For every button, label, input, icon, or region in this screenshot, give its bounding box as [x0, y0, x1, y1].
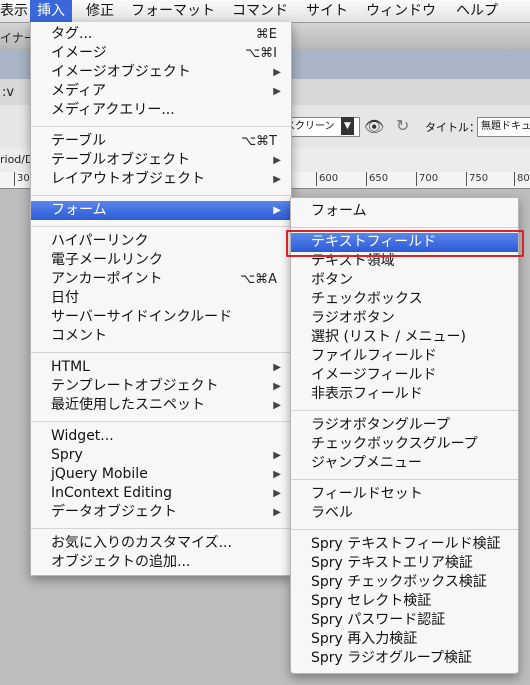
ruler-tick: 80	[514, 172, 530, 186]
submenu-item-image-field[interactable]: イメージフィールド	[291, 366, 518, 385]
submenu-item-spry-select[interactable]: Spry セレクト検証	[291, 592, 518, 611]
ruler-tick: 700	[416, 172, 438, 186]
submenu-item-button[interactable]: ボタン	[291, 271, 518, 290]
submenu-item-fieldset[interactable]: フィールドセット	[291, 485, 518, 504]
menu-item-server-side-include[interactable]: サーバーサイドインクルード	[31, 308, 291, 327]
menu-item-spry[interactable]: Spry ▶	[31, 446, 291, 465]
menu-separator	[31, 195, 291, 196]
ruler-tick: 30	[14, 172, 30, 186]
code-view-label[interactable]: :v	[2, 85, 14, 100]
menu-separator	[291, 479, 518, 480]
triangle-right-icon: ▶	[273, 469, 281, 480]
visual-aids-icon[interactable]: 👁	[364, 117, 384, 136]
triangle-right-icon: ▶	[273, 400, 281, 411]
triangle-right-icon: ▶	[273, 205, 281, 216]
menu-separator	[291, 410, 518, 411]
focus-highlight-outline	[286, 230, 524, 257]
triangle-right-icon: ▶	[273, 155, 281, 166]
menu-item-customize-favorites[interactable]: お気に入りのカスタマイズ...	[31, 534, 291, 553]
submenu-item-spry-confirm[interactable]: Spry 再入力検証	[291, 630, 518, 649]
menu-item-table[interactable]: テーブル ⌥⌘T	[31, 132, 291, 151]
submenu-item-radio-group[interactable]: ラジオボタングループ	[291, 416, 518, 435]
menu-separator	[31, 226, 291, 227]
screen-select-arrow-icon[interactable]: ▼	[341, 117, 354, 135]
submenu-item-spry-textfield[interactable]: Spry テキストフィールド検証	[291, 535, 518, 554]
triangle-right-icon: ▶	[273, 67, 281, 78]
menubar-item-format[interactable]: フォーマット	[131, 0, 215, 22]
menu-item-image[interactable]: イメージ ⌥⌘I	[31, 44, 291, 63]
submenu-item-file-field[interactable]: ファイルフィールド	[291, 347, 518, 366]
menu-item-template-objects[interactable]: テンプレートオブジェクト ▶	[31, 377, 291, 396]
submenu-item-spry-radio-group[interactable]: Spry ラジオグループ検証	[291, 649, 518, 668]
submenu-item-spry-password[interactable]: Spry パスワード認証	[291, 611, 518, 630]
menu-item-html[interactable]: HTML ▶	[31, 358, 291, 377]
submenu-item-label[interactable]: ラベル	[291, 504, 518, 523]
triangle-right-icon: ▶	[273, 507, 281, 518]
insert-menu: タグ... ⌘E イメージ ⌥⌘I イメージオブジェクト ▶ メディア ▶ メディアクエ…	[30, 22, 292, 576]
title-label: タイトル：	[425, 121, 480, 134]
menu-separator	[31, 126, 291, 127]
menu-item-media-queries[interactable]: メディアクエリー...	[31, 101, 291, 120]
menu-separator	[31, 352, 291, 353]
ruler-tick: 650	[366, 172, 388, 186]
triangle-right-icon: ▶	[273, 381, 281, 392]
menu-separator	[31, 528, 291, 529]
menubar-item-window[interactable]: ウィンドウ	[366, 0, 436, 22]
menubar-item-view[interactable]: 表示	[0, 0, 32, 22]
submenu-item-spry-textarea[interactable]: Spry テキストエリア検証	[291, 554, 518, 573]
path-label: riod/D	[0, 153, 34, 166]
submenu-item-checkbox[interactable]: チェックボックス	[291, 290, 518, 309]
menubar-item-insert[interactable]: 挿入	[30, 0, 72, 22]
menu-item-table-objects[interactable]: テーブルオブジェクト ▶	[31, 151, 291, 170]
menu-item-data-objects[interactable]: データオブジェクト ▶	[31, 503, 291, 522]
triangle-right-icon: ▶	[273, 174, 281, 185]
submenu-item-checkbox-group[interactable]: チェックボックスグループ	[291, 435, 518, 454]
menu-item-comment[interactable]: コメント	[31, 327, 291, 346]
menu-item-hyperlink[interactable]: ハイパーリンク	[31, 232, 291, 251]
submenu-item-select[interactable]: 選択 (リスト / メニュー)	[291, 328, 518, 347]
menu-item-jquery-mobile[interactable]: jQuery Mobile ▶	[31, 465, 291, 484]
submenu-item-hidden-field[interactable]: 非表示フィールド	[291, 385, 518, 404]
triangle-right-icon: ▶	[273, 488, 281, 499]
menu-item-recent-snippets[interactable]: 最近使用したスニペット ▶	[31, 396, 291, 415]
refresh-icon[interactable]: ↻	[396, 116, 409, 135]
menubar-item-modify[interactable]: 修正	[86, 0, 114, 22]
ruler-tick: 600	[316, 172, 338, 186]
menu-item-add-object[interactable]: オブジェクトの追加...	[31, 553, 291, 572]
ruler-tick: 750	[466, 172, 488, 186]
menu-separator	[291, 227, 518, 228]
menu-item-named-anchor[interactable]: アンカーポイント ⌥⌘A	[31, 270, 291, 289]
submenu-item-jump-menu[interactable]: ジャンプメニュー	[291, 454, 518, 473]
submenu-item-form[interactable]: フォーム	[291, 202, 518, 221]
title-input[interactable]: 無題ドキュ	[477, 117, 530, 137]
menu-item-email-link[interactable]: 電子メールリンク	[31, 251, 291, 270]
menu-item-incontext-editing[interactable]: InContext Editing ▶	[31, 484, 291, 503]
submenu-item-radio-button[interactable]: ラジオボタン	[291, 309, 518, 328]
menu-item-widget[interactable]: Widget...	[31, 427, 291, 446]
menu-bar: 表示 挿入 修正 フォーマット コマンド サイト ウィンドウ ヘルプ	[0, 0, 530, 23]
triangle-right-icon: ▶	[273, 86, 281, 97]
menu-separator	[31, 421, 291, 422]
menubar-item-help[interactable]: ヘルプ	[456, 0, 498, 22]
menu-item-media[interactable]: メディア ▶	[31, 82, 291, 101]
menubar-item-site[interactable]: サイト	[306, 0, 348, 22]
menu-item-layout-objects[interactable]: レイアウトオブジェクト ▶	[31, 170, 291, 189]
menu-item-tag[interactable]: タグ... ⌘E	[31, 25, 291, 44]
submenu-item-spry-checkbox[interactable]: Spry チェックボックス検証	[291, 573, 518, 592]
menubar-item-commands[interactable]: コマンド	[232, 0, 288, 22]
menu-item-date[interactable]: 日付	[31, 289, 291, 308]
menu-item-image-objects[interactable]: イメージオブジェクト ▶	[31, 63, 291, 82]
menu-separator	[291, 529, 518, 530]
form-submenu: フォーム テキストフィールド テキスト領域 ボタン チェックボックス ラジオボタ…	[290, 197, 519, 674]
triangle-right-icon: ▶	[273, 450, 281, 461]
triangle-right-icon: ▶	[273, 362, 281, 373]
menu-item-form[interactable]: フォーム ▶	[31, 201, 291, 220]
